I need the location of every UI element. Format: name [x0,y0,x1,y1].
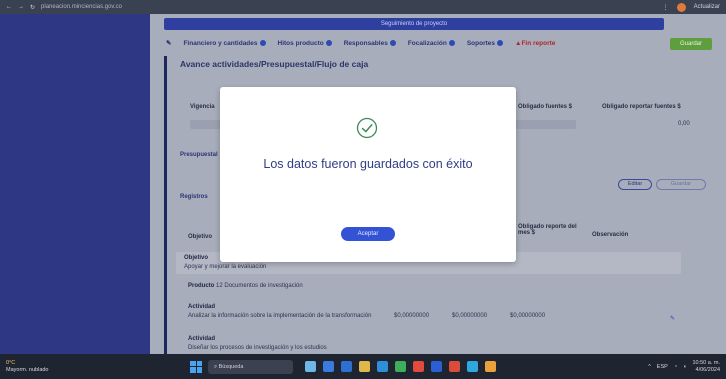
weather-widget[interactable]: 0°C Mayorm. nublado [0,360,80,374]
modal-message: Los datos fueron guardados con éxito [263,157,473,171]
taskbar-clock[interactable]: 10:50 a. m. 4/06/2024 [692,360,720,374]
tab-label: Soportes [466,39,495,47]
activity-value-3: $0,00000000 [510,313,546,319]
activity-label: Actividad [188,304,216,310]
clock-date: 4/06/2024 [695,366,720,373]
excel-app-icon[interactable] [395,361,406,372]
tab-label: Focalización [407,39,447,47]
tab-soportes[interactable]: Soportes [467,40,503,47]
save-pill-button[interactable]: Guardar [656,179,706,190]
browser-bar: ← → ↻ planeacion.minciencias.gov.co ⋮ Ac… [0,0,726,14]
status-dot-icon [259,39,266,46]
pencil-icon[interactable]: ✎ [670,315,675,322]
word-app-icon[interactable] [431,361,442,372]
activity-value-2: $0,00000000 [452,313,488,319]
page-banner: Seguimiento de proyecto [164,18,664,30]
wifi-icon[interactable]: ◔ [674,364,677,370]
tab-label: Responsables [343,39,388,47]
chevron-up-icon[interactable]: ^ [648,364,651,370]
edit-icon: ✎ [166,40,172,47]
column-header-obligado-mes: Obligado reporte del mes $ [518,224,577,236]
folder-app-icon[interactable] [485,361,496,372]
system-tray: ^ ESP ◔ ◖ 10:50 a. m. 4/06/2024 [648,360,726,374]
taskbar-apps [305,361,496,372]
back-icon[interactable]: ← [6,4,12,10]
forward-icon[interactable]: → [18,4,24,10]
obligado-reportar-value: 0,00 [678,121,690,127]
edge-app-icon[interactable] [341,361,352,372]
section-title: Avance actividades/Presupuestal/Flujo de… [180,59,369,69]
reload-icon[interactable]: ↻ [30,4,35,11]
activity-value-1: $0,00000000 [394,313,430,319]
tab-fin-reporte[interactable]: ▲Fin reporte [515,40,555,47]
tab-financiero[interactable]: Financiero y cantidades [183,39,266,47]
avatar[interactable] [676,2,686,12]
clock-time: 10:50 a. m. [692,359,720,366]
activity-text: Analizar la información sobre la impleme… [188,313,372,319]
taskbar: 0°C Mayorm. nublado ⌕ Búsqueda ^ ESP ◔ ◖… [0,354,726,379]
powerpoint-app-icon[interactable] [449,361,460,372]
product-row: Producto 12 Documentos de investigación [188,283,303,289]
tab-label: Financiero y cantidades [183,39,258,47]
file-explorer-icon[interactable] [359,361,370,372]
browser-update-label[interactable]: Actualizar [694,4,720,10]
column-header-observacion: Observación [592,232,629,238]
tab-bar: ✎ Financiero y cantidades Hitos producto… [166,36,706,50]
task-view-icon[interactable] [323,361,334,372]
volume-icon[interactable]: ◖ [683,364,686,370]
weather-desc: Mayorm. nublado [6,366,49,373]
url-bar[interactable]: planeacion.minciencias.gov.co [41,4,122,10]
store-app-icon[interactable] [377,361,388,372]
status-dot-icon [448,39,455,46]
tab-hitos[interactable]: Hitos producto [278,40,332,47]
objective-row-text: Apoyar y mejorar la evaluación [184,264,267,270]
taskbar-search[interactable]: ⌕ Búsqueda [208,359,293,374]
chrome-app-icon[interactable] [413,361,424,372]
activity2-label: Actividad [188,336,216,342]
search-label: Búsqueda [218,363,244,370]
tab-label: Fin reporte [521,39,556,47]
success-check-icon [356,117,378,139]
save-button[interactable]: Guardar [670,38,712,50]
subtab-presupuestal[interactable]: Presupuestal [180,152,218,158]
column-header-obligado-fuentes: Obligado fuentes $ [518,104,573,110]
status-dot-icon [325,39,332,46]
column-header-obligado-reportar: Obligado reportar fuentes $ [602,104,681,110]
status-dot-icon [497,39,503,46]
section-accent [164,56,167,356]
column-header-objetivo: Objetivo [188,234,213,240]
success-modal: Los datos fueron guardados con éxito Ace… [220,87,516,262]
tab-focalizacion[interactable]: Focalización [408,40,455,47]
tab-responsables[interactable]: Responsables [344,40,396,47]
edit-pill-button[interactable]: Editar [618,179,652,190]
subtab-registros[interactable]: Registros [180,194,208,200]
extensions-icon[interactable]: ⋮ [663,4,669,11]
widgets-app-icon[interactable] [305,361,316,372]
objective-row-label: Objetivo [184,255,209,261]
language-indicator[interactable]: ESP [657,364,668,370]
status-dot-icon [389,39,396,46]
sidebar [0,14,150,354]
activity2-text: Diseñar los procesos de investigación y … [188,345,327,351]
obligado-fuentes-cell [516,120,576,129]
search-icon: ⌕ [214,363,218,370]
product-text: 12 Documentos de investigación [216,283,303,289]
column-header-vigencia: Vigencia [190,104,215,110]
accept-button[interactable]: Aceptar [341,227,395,241]
weather-temp: 0°C [6,359,16,366]
teams-app-icon[interactable] [467,361,478,372]
tab-label: Hitos producto [277,39,324,47]
windows-start-icon[interactable] [190,360,202,373]
